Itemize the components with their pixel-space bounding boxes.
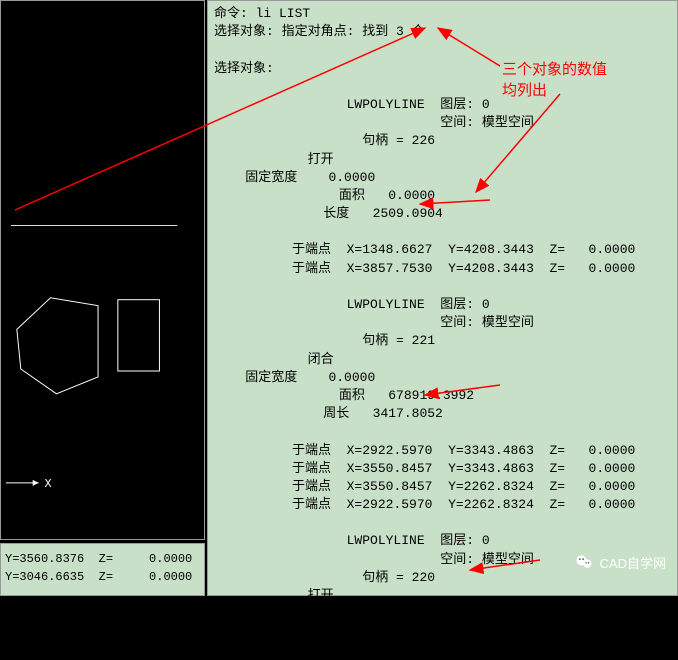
annotation-note: 三个对象的数值 均列出 (502, 58, 607, 100)
coordinates-readout: Y=3560.8376 Z= 0.0000 Y=3046.6635 Z= 0.0… (0, 543, 205, 596)
coord-z2: Z= (99, 570, 113, 584)
watermark-text: CAD自学网 (600, 553, 666, 572)
drawing-canvas[interactable]: X (0, 0, 205, 540)
axis-x-label: X (45, 477, 52, 491)
coord-zval1: 0.0000 (149, 552, 192, 566)
cad-viewport: X (1, 1, 204, 539)
command-output[interactable]: 命令: li LIST选择对象: 指定对角点: 找到 3 个 选择对象: LWP… (207, 0, 678, 596)
select-prompt: 选择对象: 指定对角点: 找到 3 个 (214, 23, 671, 41)
coord-y1: Y=3560.8376 (5, 552, 84, 566)
wechat-icon (574, 552, 594, 572)
command-line: 命令: li LIST (214, 5, 671, 23)
coord-z1: Z= (99, 552, 113, 566)
coord-y2: Y=3046.6635 (5, 570, 84, 584)
coord-zval2: 0.0000 (149, 570, 192, 584)
watermark: CAD自学网 (574, 552, 666, 572)
